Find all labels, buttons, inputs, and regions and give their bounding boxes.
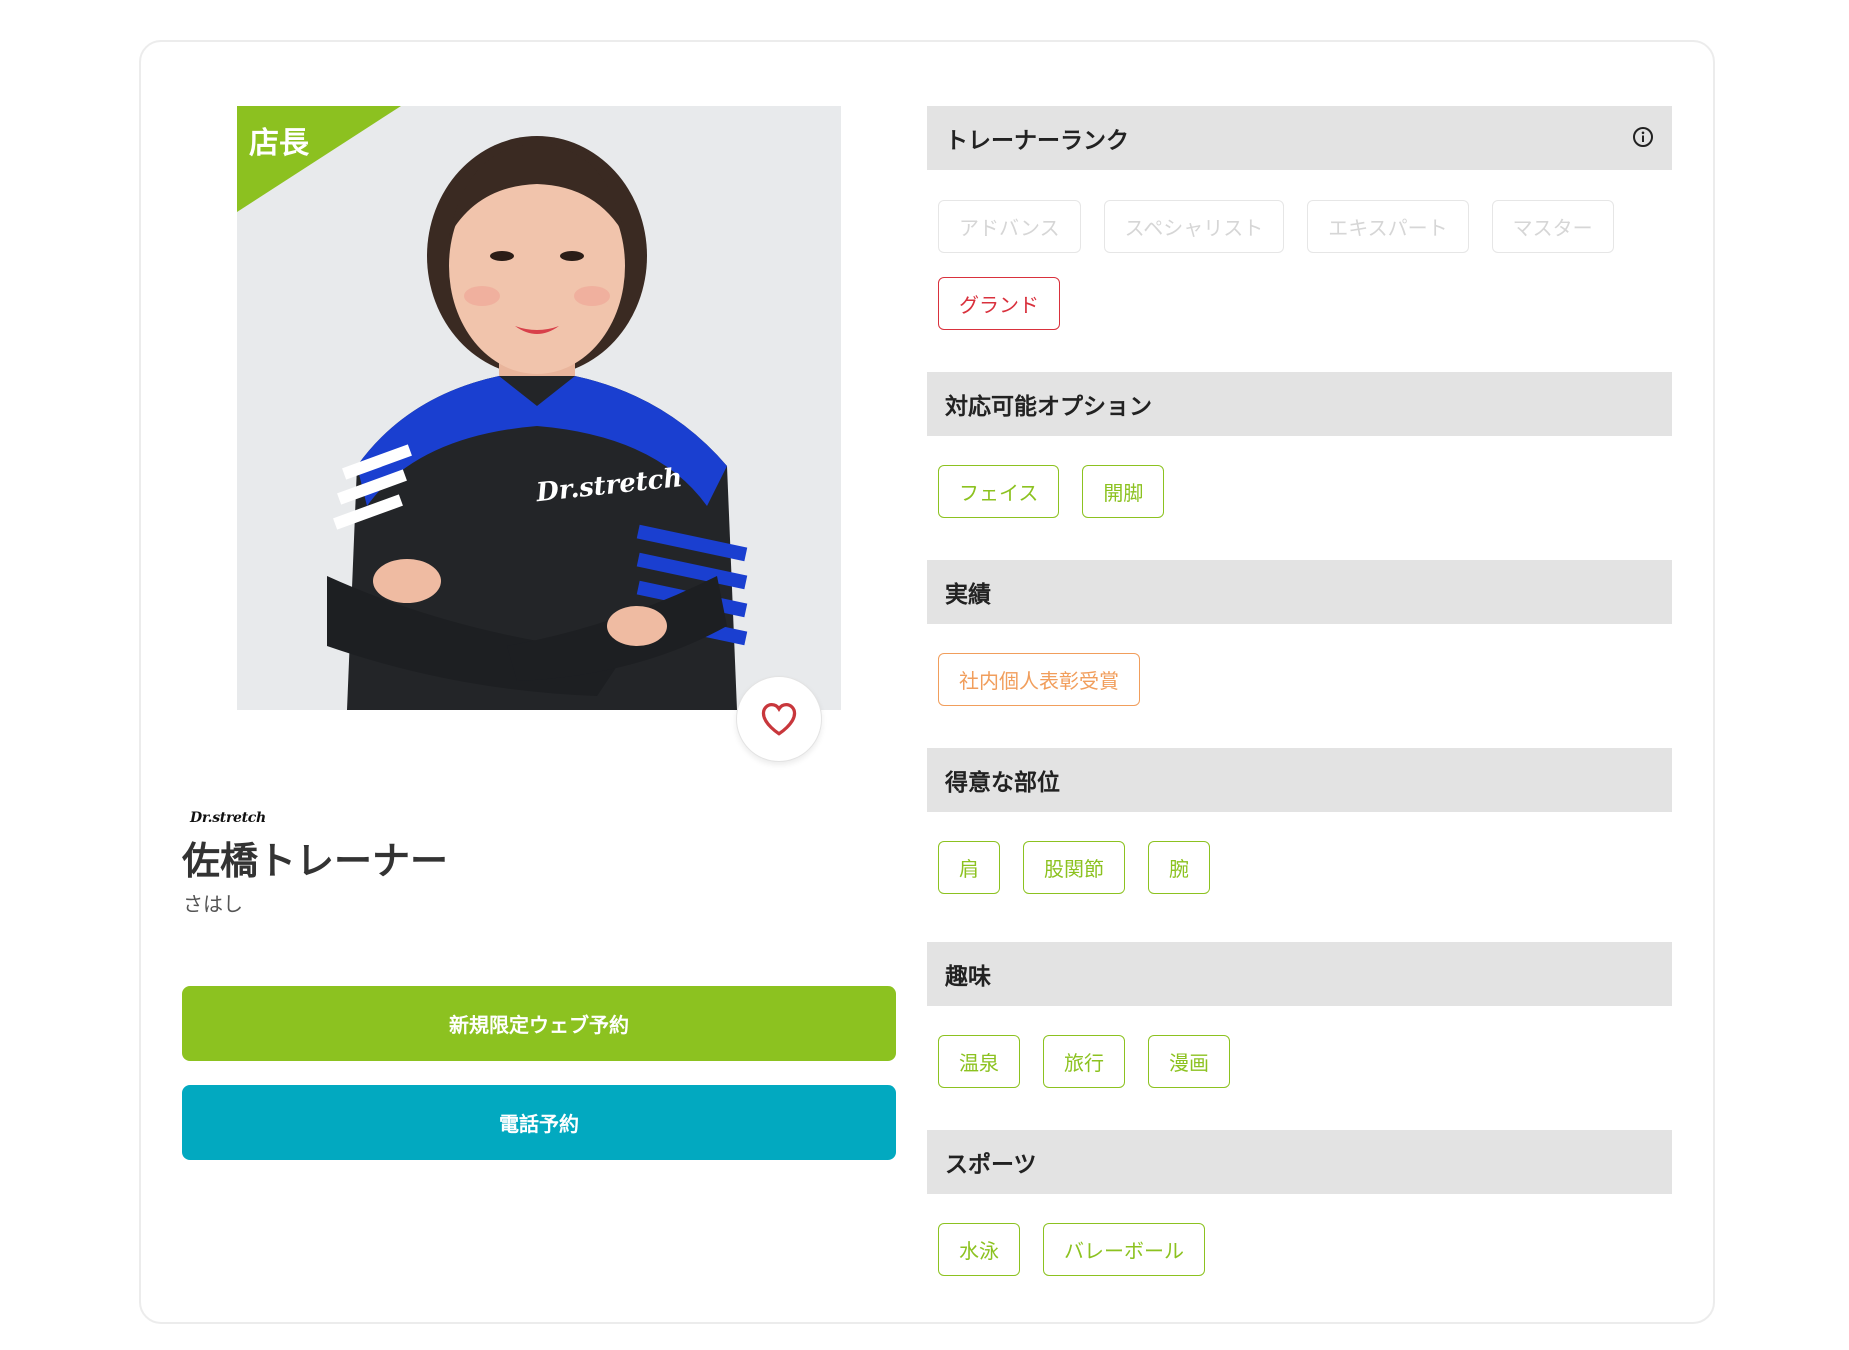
rank-tags: アドバンス スペシャリスト エキスパート マスター グランド [938, 200, 1658, 330]
sport-tag: 水泳 [938, 1223, 1020, 1276]
section-header-rank: トレーナーランク [927, 106, 1672, 170]
favorite-button[interactable] [736, 676, 822, 762]
badge-label: 店長 [249, 126, 309, 161]
phone-reservation-button[interactable]: 電話予約 [182, 1085, 896, 1160]
info-circle-icon[interactable] [1632, 126, 1654, 148]
rank-tag: エキスパート [1307, 200, 1469, 253]
brand-logo: Dr.stretch [190, 810, 266, 826]
section-header-sports: スポーツ [927, 1130, 1672, 1194]
sport-tags: 水泳 バレーボール [938, 1223, 1658, 1276]
section-title: 得意な部位 [945, 770, 1060, 796]
rank-tag: マスター [1491, 200, 1614, 253]
trainer-name: 佐橋トレーナー [182, 839, 449, 883]
section-header-options: 対応可能オプション [927, 372, 1672, 436]
section-title: 対応可能オプション [945, 394, 1152, 420]
specialty-tag: 股関節 [1023, 841, 1125, 894]
rank-tag: アドバンス [938, 200, 1081, 253]
option-tags: フェイス 開脚 [938, 465, 1658, 518]
section-title: 実績 [945, 582, 991, 608]
trainer-kana: さはし [183, 892, 243, 916]
section-header-hobbies: 趣味 [927, 942, 1672, 1006]
hobby-tag: 漫画 [1148, 1035, 1230, 1088]
hobby-tags: 温泉 旅行 漫画 [938, 1035, 1658, 1088]
hobby-tag: 温泉 [938, 1035, 1020, 1088]
rank-tag-active: グランド [938, 277, 1060, 330]
option-tag: フェイス [938, 465, 1060, 518]
achievement-tags: 社内個人表彰受賞 [938, 653, 1658, 706]
specialty-tags: 肩 股関節 腕 [938, 841, 1658, 894]
web-reservation-button[interactable]: 新規限定ウェブ予約 [182, 986, 896, 1061]
section-title: トレーナーランク [945, 128, 1129, 154]
section-header-specialty: 得意な部位 [927, 748, 1672, 812]
hobby-tag: 旅行 [1043, 1035, 1125, 1088]
specialty-tag: 腕 [1148, 841, 1210, 894]
section-title: 趣味 [945, 964, 991, 990]
manager-badge: 店長 [237, 106, 401, 212]
option-tag: 開脚 [1082, 465, 1165, 518]
section-title: スポーツ [945, 1152, 1037, 1178]
specialty-tag: 肩 [938, 841, 1000, 894]
section-header-achievements: 実績 [927, 560, 1672, 624]
rank-tag: スペシャリスト [1103, 200, 1285, 253]
heart-outline-icon [761, 702, 797, 736]
sport-tag: バレーボール [1043, 1223, 1205, 1276]
achievement-tag: 社内個人表彰受賞 [938, 653, 1140, 706]
